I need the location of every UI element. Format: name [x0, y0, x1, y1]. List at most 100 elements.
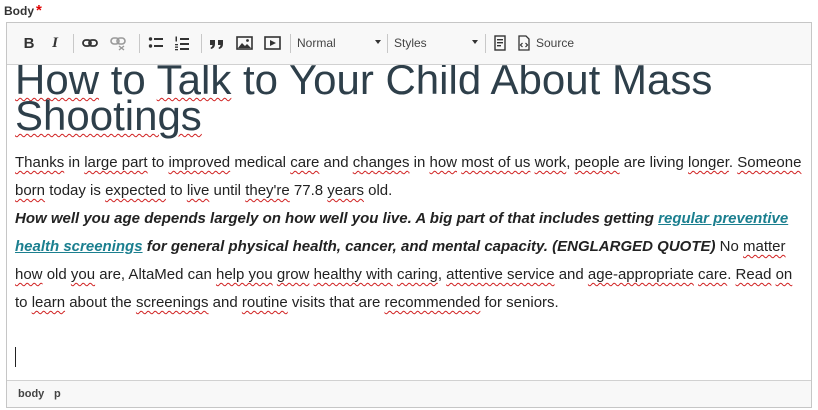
quote-text: for general physical health, cancer, and… [142, 238, 716, 255]
text-run: for seniors. [480, 294, 559, 311]
element-path-bar: body p [7, 380, 811, 407]
text-run: , [437, 266, 447, 283]
text-cursor [15, 347, 16, 367]
toolbar-separator [73, 34, 74, 53]
numbered-list-icon [175, 36, 189, 51]
unlink-button[interactable] [107, 32, 129, 54]
text-run: attentive service [446, 266, 555, 283]
styles-dropdown-value: Styles [394, 36, 427, 50]
unlink-icon [110, 37, 126, 51]
text-run: work [534, 154, 567, 171]
toolbar-separator [201, 34, 202, 53]
text-run: . [727, 266, 736, 283]
text-run: 77.8 [289, 182, 328, 199]
text-run: people [574, 154, 620, 171]
toolbar-separator [139, 34, 140, 53]
text-run: changes [352, 154, 410, 171]
text-run: in [64, 154, 85, 171]
text-run: until [209, 182, 246, 199]
link-icon [82, 39, 98, 47]
text-run: and [554, 266, 588, 283]
heading-word: Shootings [15, 92, 202, 139]
text-run: to [15, 294, 32, 311]
text-run: and [319, 154, 353, 171]
format-dropdown-value: Normal [297, 36, 336, 50]
text-run: they're [245, 182, 290, 199]
rich-text-editor: B I Normal Styles Source How to Talk to … [6, 22, 812, 408]
text-run: to [165, 182, 187, 199]
bulleted-list-icon [148, 37, 163, 48]
text-run: recommended [384, 294, 481, 311]
text-run: most of us [461, 154, 531, 171]
text-run: help you [215, 266, 273, 283]
blockquote-button[interactable] [206, 32, 228, 54]
enlarged-quote: How well you age depends largely on how … [15, 210, 788, 255]
source-icon [518, 35, 530, 51]
format-dropdown[interactable]: Normal [297, 32, 381, 54]
text-run: Thanks [15, 154, 65, 171]
intro-paragraph[interactable]: Thanks in large part to improved medical… [15, 149, 805, 205]
text-run: old [42, 266, 71, 283]
text-run: screenings [135, 294, 209, 311]
field-label: Body * [4, 2, 42, 19]
text-run: to [147, 154, 169, 171]
text-run: Someone [737, 154, 802, 171]
numbered-list-button[interactable] [171, 32, 193, 54]
text-run: . [728, 154, 738, 171]
editor-content-area[interactable]: How to Talk to Your Child About Mass Sho… [7, 65, 811, 381]
italic-button[interactable]: I [45, 32, 65, 54]
text-run: about the [65, 294, 136, 311]
text-run: expected [105, 182, 166, 199]
text-run: , [566, 154, 575, 171]
image-button[interactable] [233, 32, 255, 54]
text-run: care [290, 154, 320, 171]
text-run: matter [743, 238, 786, 255]
text-run: visits that are [287, 294, 385, 311]
text-run: and [208, 294, 242, 311]
media-icon [263, 36, 281, 50]
bulleted-list-button[interactable] [145, 32, 167, 54]
chevron-down-icon [472, 40, 478, 44]
text-run: years [327, 182, 364, 199]
text-run: born [15, 182, 46, 199]
article-heading[interactable]: How to Talk to Your Child About Mass Sho… [15, 65, 775, 137]
text-run: caring [396, 266, 438, 283]
text-run: how [429, 154, 458, 171]
text-run: live [186, 182, 210, 199]
text-run: age-appropriate [587, 266, 694, 283]
text-run: longer [688, 154, 729, 171]
text-run: medical [230, 154, 291, 171]
image-icon [235, 36, 253, 50]
paste-from-word-button[interactable] [489, 32, 511, 54]
text-run: how [15, 266, 43, 283]
styles-dropdown[interactable]: Styles [394, 32, 478, 54]
path-crumb-body[interactable]: body [18, 388, 44, 400]
text-run: old. [363, 182, 393, 199]
body-paragraph[interactable]: How well you age depends largely on how … [15, 205, 805, 317]
chevron-down-icon [375, 40, 381, 44]
text-run: in [409, 154, 430, 171]
text-run: on [775, 266, 793, 283]
text-run: today is [45, 182, 106, 199]
text-run: No [715, 238, 743, 255]
text-run: Read [735, 266, 772, 283]
text-run: learn [31, 294, 66, 311]
editor-toolbar: B I Normal Styles Source [7, 23, 811, 65]
link-button[interactable] [79, 32, 101, 54]
source-button[interactable]: Source [517, 32, 583, 54]
source-label: Source [536, 36, 575, 50]
quote-text: How well you age depends largely on how … [15, 210, 659, 227]
media-embed-button[interactable] [261, 32, 283, 54]
text-run: grow [276, 266, 310, 283]
text-run: large part [84, 154, 148, 171]
text-run: healthy with [313, 266, 393, 283]
required-mark: * [36, 2, 42, 19]
quote-icon [210, 40, 223, 49]
text-run: improved [168, 154, 231, 171]
toolbar-separator [387, 34, 388, 53]
path-crumb-p[interactable]: p [54, 388, 61, 400]
bold-button[interactable]: B [19, 32, 39, 54]
toolbar-separator [290, 34, 291, 53]
field-label-text: Body [4, 4, 34, 18]
text-run: are, AltaMed can [95, 266, 216, 283]
